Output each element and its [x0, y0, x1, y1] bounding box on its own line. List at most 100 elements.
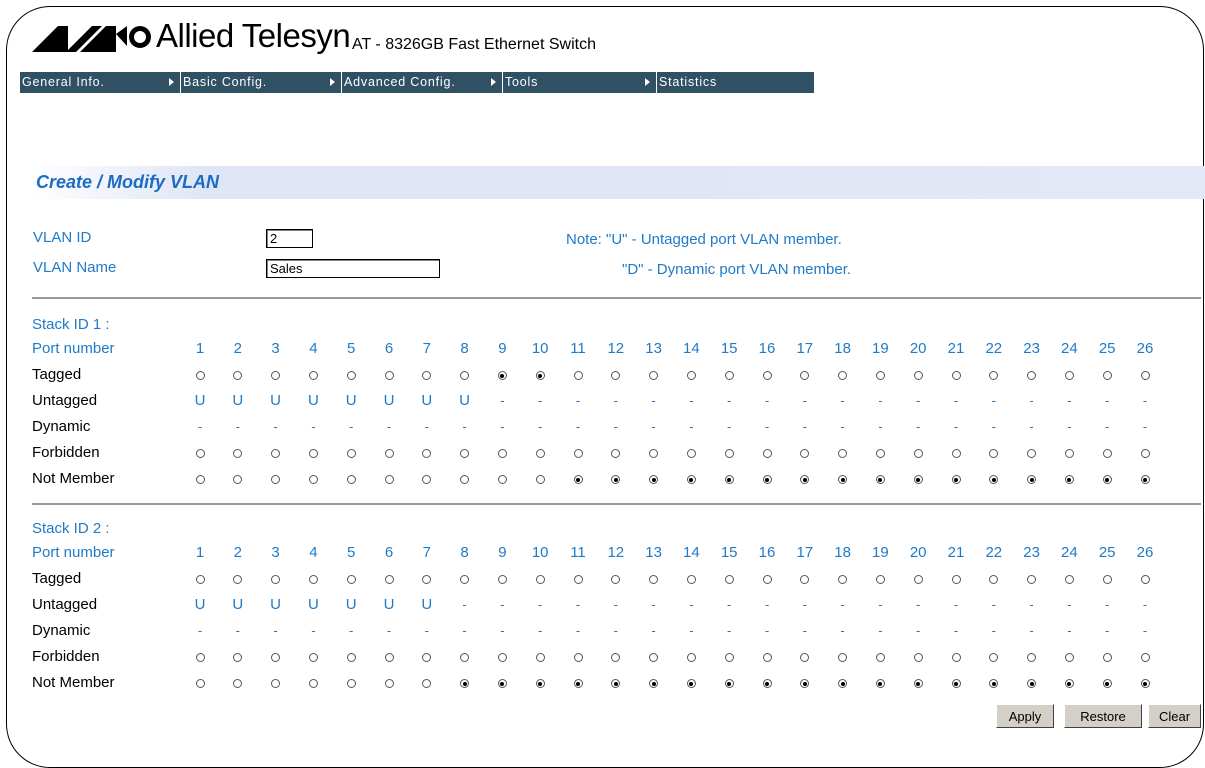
tagged-radio[interactable]	[346, 575, 356, 584]
not-member-radio[interactable]	[913, 475, 923, 484]
not-member-radio[interactable]	[1064, 679, 1074, 688]
tagged-radio[interactable]	[951, 575, 961, 584]
not-member-radio[interactable]	[346, 475, 356, 484]
tagged-radio[interactable]	[384, 371, 394, 380]
tagged-radio[interactable]	[1102, 371, 1112, 380]
forbidden-radio[interactable]	[573, 449, 583, 458]
forbidden-radio[interactable]	[951, 653, 961, 662]
forbidden-radio[interactable]	[195, 449, 205, 458]
vlan-id-input[interactable]	[266, 229, 313, 248]
not-member-radio[interactable]	[951, 679, 961, 688]
not-member-radio[interactable]	[384, 679, 394, 688]
forbidden-radio[interactable]	[913, 449, 923, 458]
nav-statistics[interactable]: Statistics	[657, 72, 814, 93]
tagged-radio[interactable]	[497, 575, 507, 584]
not-member-radio[interactable]	[195, 475, 205, 484]
forbidden-radio[interactable]	[1064, 449, 1074, 458]
not-member-radio[interactable]	[762, 679, 772, 688]
nav-basic-config[interactable]: Basic Config.	[181, 72, 342, 93]
not-member-radio[interactable]	[346, 679, 356, 688]
forbidden-radio[interactable]	[686, 449, 696, 458]
forbidden-radio[interactable]	[308, 653, 318, 662]
not-member-radio[interactable]	[875, 679, 885, 688]
tagged-radio[interactable]	[1140, 575, 1150, 584]
not-member-radio[interactable]	[497, 679, 507, 688]
forbidden-radio[interactable]	[762, 653, 772, 662]
tagged-radio[interactable]	[535, 371, 545, 380]
forbidden-radio[interactable]	[1102, 449, 1112, 458]
tagged-radio[interactable]	[762, 371, 772, 380]
forbidden-radio[interactable]	[535, 653, 545, 662]
forbidden-radio[interactable]	[875, 653, 885, 662]
tagged-radio[interactable]	[913, 371, 923, 380]
forbidden-radio[interactable]	[384, 449, 394, 458]
tagged-radio[interactable]	[384, 575, 394, 584]
forbidden-radio[interactable]	[497, 653, 507, 662]
forbidden-radio[interactable]	[951, 449, 961, 458]
forbidden-radio[interactable]	[724, 653, 734, 662]
not-member-radio[interactable]	[195, 679, 205, 688]
not-member-radio[interactable]	[875, 475, 885, 484]
forbidden-radio[interactable]	[1064, 653, 1074, 662]
not-member-radio[interactable]	[1102, 475, 1112, 484]
not-member-radio[interactable]	[686, 679, 696, 688]
not-member-radio[interactable]	[535, 679, 545, 688]
clear-button[interactable]: Clear	[1148, 704, 1201, 728]
tagged-radio[interactable]	[686, 575, 696, 584]
apply-button[interactable]: Apply	[996, 704, 1054, 728]
forbidden-radio[interactable]	[1140, 653, 1150, 662]
tagged-radio[interactable]	[875, 371, 885, 380]
not-member-radio[interactable]	[1140, 679, 1150, 688]
not-member-radio[interactable]	[308, 679, 318, 688]
not-member-radio[interactable]	[762, 475, 772, 484]
tagged-radio[interactable]	[875, 575, 885, 584]
not-member-radio[interactable]	[384, 475, 394, 484]
not-member-radio[interactable]	[686, 475, 696, 484]
tagged-radio[interactable]	[913, 575, 923, 584]
tagged-radio[interactable]	[535, 575, 545, 584]
tagged-radio[interactable]	[1064, 575, 1074, 584]
nav-tools[interactable]: Tools	[503, 72, 657, 93]
forbidden-radio[interactable]	[686, 653, 696, 662]
forbidden-radio[interactable]	[195, 653, 205, 662]
tagged-radio[interactable]	[195, 575, 205, 584]
forbidden-radio[interactable]	[346, 449, 356, 458]
tagged-radio[interactable]	[951, 371, 961, 380]
not-member-radio[interactable]	[573, 679, 583, 688]
restore-button[interactable]: Restore	[1064, 704, 1142, 728]
tagged-radio[interactable]	[1102, 575, 1112, 584]
forbidden-radio[interactable]	[762, 449, 772, 458]
forbidden-radio[interactable]	[535, 449, 545, 458]
forbidden-radio[interactable]	[384, 653, 394, 662]
nav-advanced-config[interactable]: Advanced Config.	[342, 72, 503, 93]
forbidden-radio[interactable]	[913, 653, 923, 662]
vlan-name-input[interactable]	[266, 259, 440, 278]
tagged-radio[interactable]	[724, 371, 734, 380]
not-member-radio[interactable]	[573, 475, 583, 484]
tagged-radio[interactable]	[308, 371, 318, 380]
not-member-radio[interactable]	[1064, 475, 1074, 484]
tagged-radio[interactable]	[686, 371, 696, 380]
tagged-radio[interactable]	[724, 575, 734, 584]
tagged-radio[interactable]	[573, 371, 583, 380]
tagged-radio[interactable]	[1064, 371, 1074, 380]
not-member-radio[interactable]	[913, 679, 923, 688]
tagged-radio[interactable]	[195, 371, 205, 380]
not-member-radio[interactable]	[1140, 475, 1150, 484]
nav-general-info[interactable]: General Info.	[20, 72, 181, 93]
forbidden-radio[interactable]	[1140, 449, 1150, 458]
tagged-radio[interactable]	[308, 575, 318, 584]
not-member-radio[interactable]	[308, 475, 318, 484]
tagged-radio[interactable]	[346, 371, 356, 380]
not-member-radio[interactable]	[535, 475, 545, 484]
tagged-radio[interactable]	[573, 575, 583, 584]
tagged-radio[interactable]	[1140, 371, 1150, 380]
tagged-radio[interactable]	[497, 371, 507, 380]
forbidden-radio[interactable]	[573, 653, 583, 662]
tagged-radio[interactable]	[762, 575, 772, 584]
not-member-radio[interactable]	[724, 679, 734, 688]
forbidden-radio[interactable]	[346, 653, 356, 662]
not-member-radio[interactable]	[951, 475, 961, 484]
forbidden-radio[interactable]	[308, 449, 318, 458]
forbidden-radio[interactable]	[1102, 653, 1112, 662]
